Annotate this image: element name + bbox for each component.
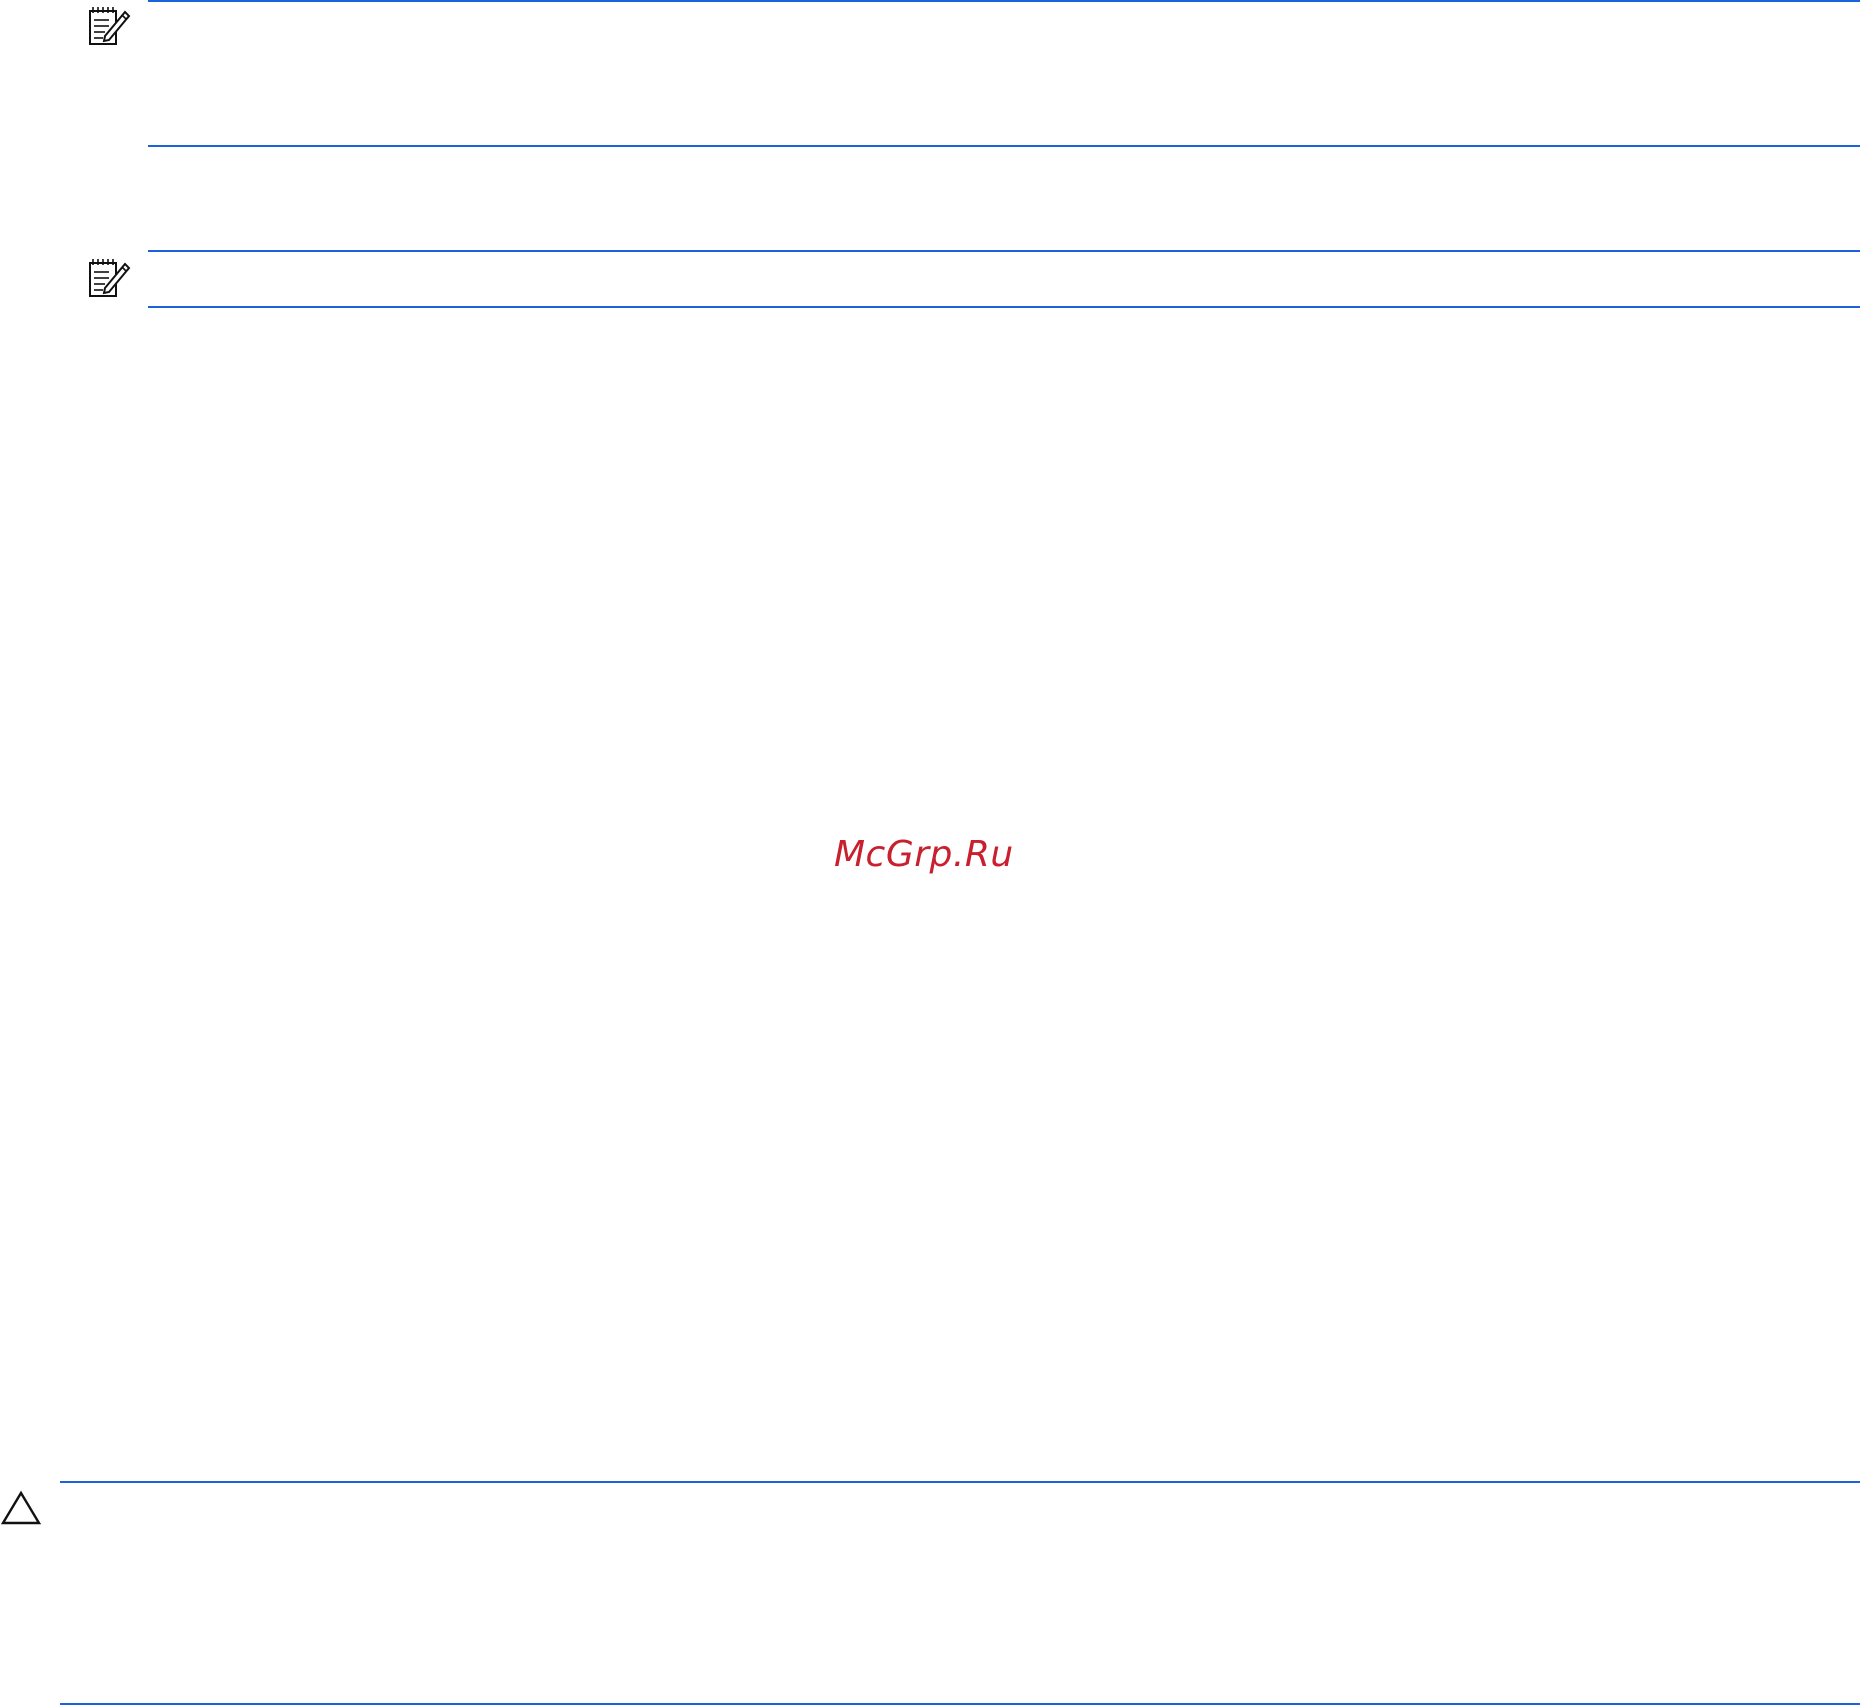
document-page: McGrp.Ru [0, 0, 1860, 1706]
note-pencil-icon [87, 256, 131, 300]
note-top-rule [148, 250, 1860, 252]
caution-top-rule [60, 1481, 1860, 1483]
note-bottom-rule [148, 306, 1860, 308]
note-bottom-rule [148, 145, 1860, 147]
note-pencil-icon [87, 4, 131, 48]
watermark: McGrp.Ru [834, 834, 1014, 875]
note-top-rule [148, 0, 1860, 2]
caution-bottom-rule [60, 1703, 1860, 1705]
caution-triangle-icon [0, 1490, 42, 1526]
